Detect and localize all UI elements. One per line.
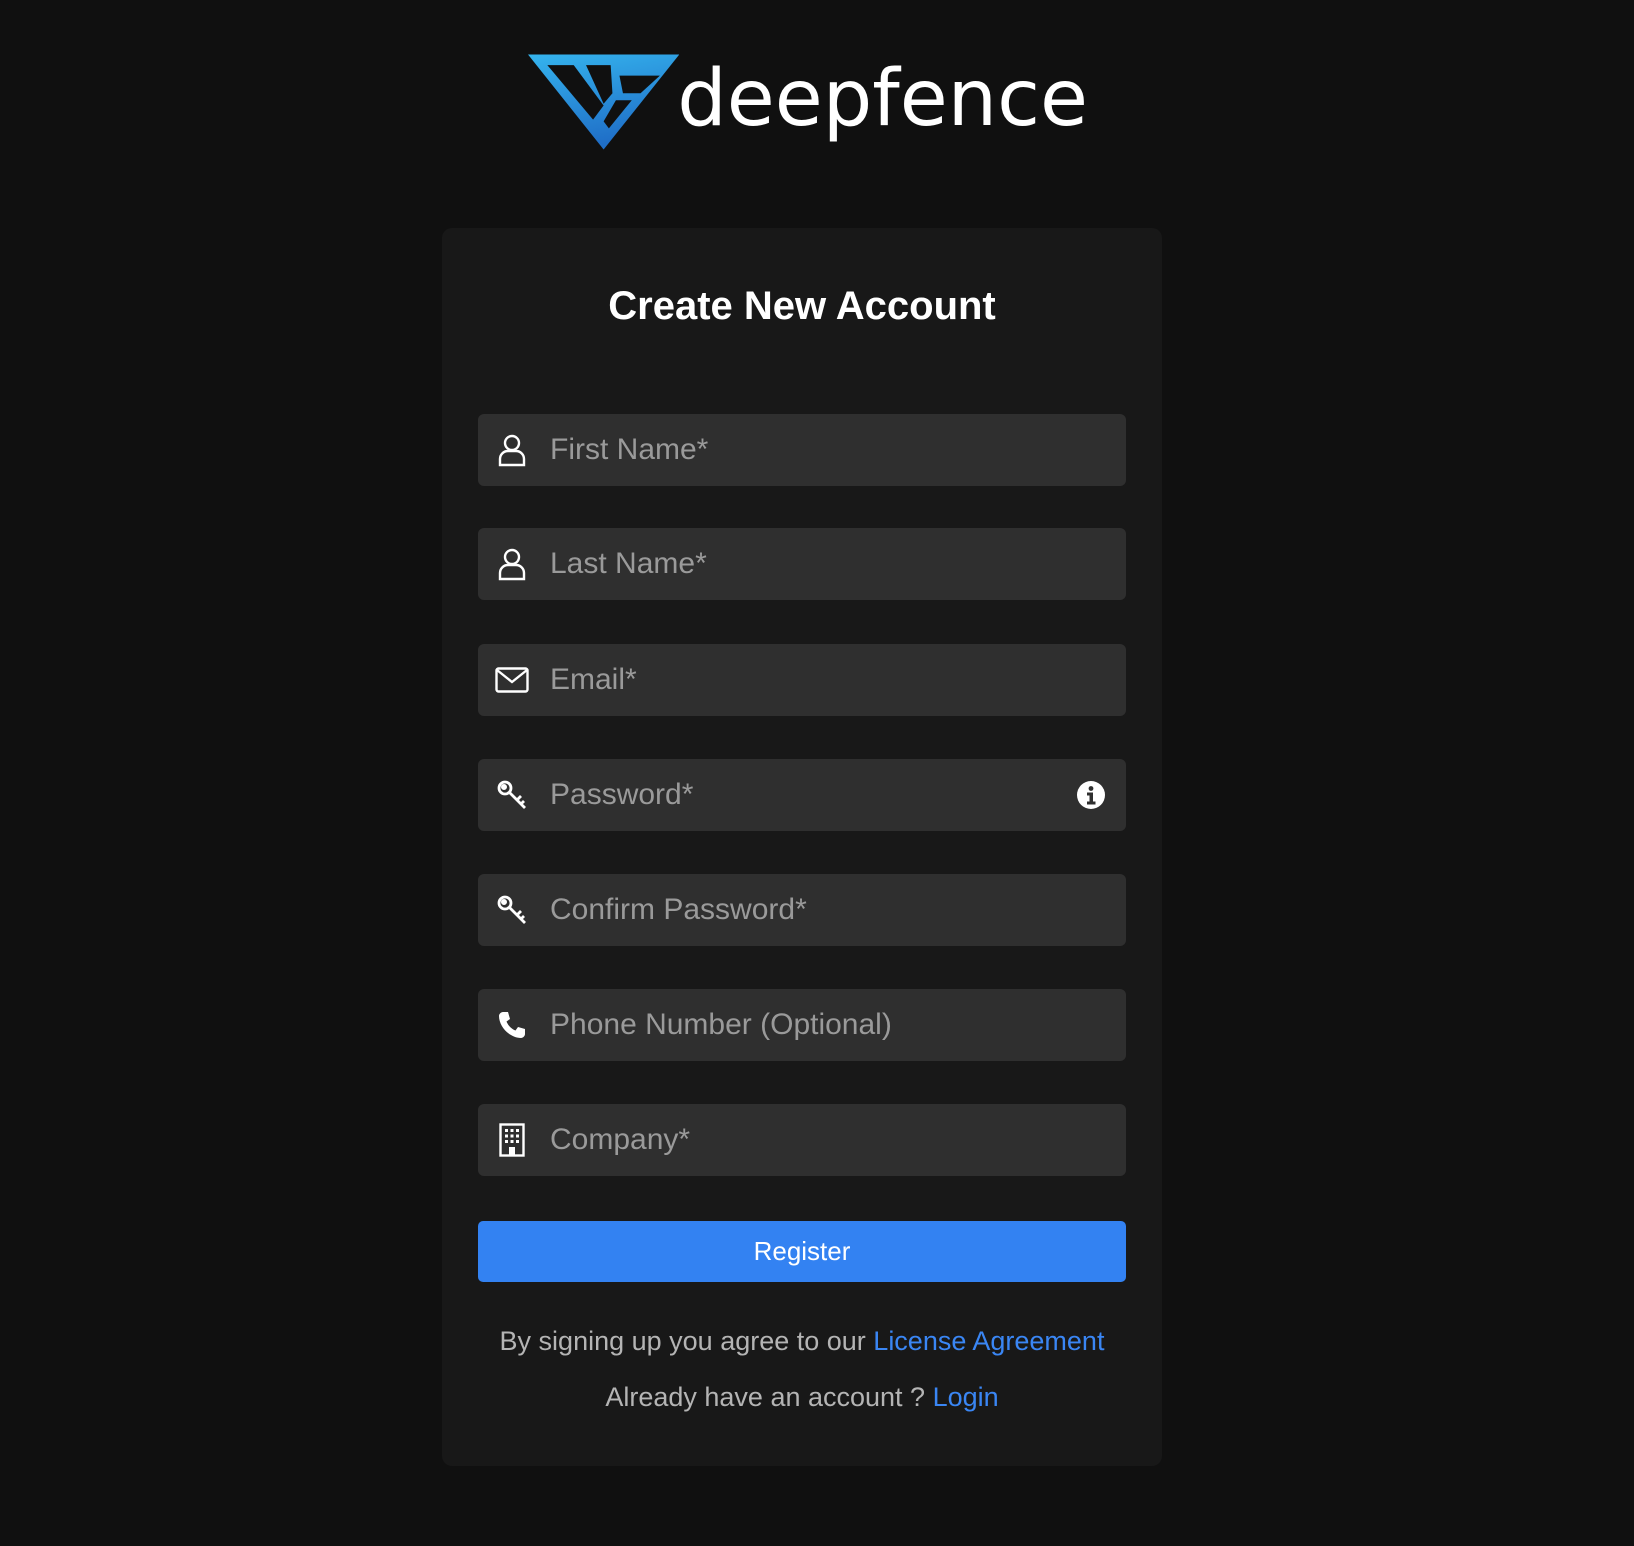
phone-icon bbox=[494, 1007, 530, 1043]
email-field[interactable] bbox=[478, 644, 1126, 716]
confirm-password-field[interactable] bbox=[478, 874, 1126, 946]
login-note-text: Already have an account ? bbox=[605, 1382, 933, 1412]
key-icon bbox=[494, 892, 530, 928]
email-input[interactable] bbox=[530, 644, 1126, 716]
brand-name: deepfence bbox=[677, 54, 1088, 144]
password-field[interactable] bbox=[478, 759, 1126, 831]
envelope-icon bbox=[494, 662, 530, 698]
user-icon bbox=[494, 546, 530, 582]
password-input[interactable] bbox=[530, 759, 1076, 831]
brand-logo: deepfence bbox=[528, 44, 1088, 160]
company-field[interactable] bbox=[478, 1104, 1126, 1176]
first-name-input[interactable] bbox=[530, 414, 1126, 486]
register-page: deepfence Create New Account First Name*… bbox=[0, 0, 1634, 1546]
last-name-input[interactable] bbox=[530, 528, 1126, 600]
user-icon bbox=[494, 432, 530, 468]
login-link[interactable]: Login bbox=[933, 1382, 999, 1412]
phone-field[interactable] bbox=[478, 989, 1126, 1061]
info-icon[interactable] bbox=[1076, 780, 1106, 810]
building-icon bbox=[494, 1122, 530, 1158]
company-input[interactable] bbox=[530, 1104, 1126, 1176]
page-title: Create New Account bbox=[608, 284, 996, 328]
key-icon bbox=[494, 777, 530, 813]
license-note-text: By signing up you agree to our bbox=[499, 1326, 874, 1356]
confirm-password-input[interactable] bbox=[530, 874, 1126, 946]
login-note: Already have an account ? Login bbox=[0, 1382, 1604, 1413]
deepfence-logo-icon bbox=[528, 54, 680, 150]
phone-input[interactable] bbox=[530, 989, 1126, 1061]
license-note: By signing up you agree to our License A… bbox=[0, 1326, 1604, 1357]
first-name-field[interactable] bbox=[478, 414, 1126, 486]
license-agreement-link[interactable]: License Agreement bbox=[873, 1326, 1104, 1356]
last-name-field[interactable] bbox=[478, 528, 1126, 600]
register-button[interactable]: Register bbox=[478, 1221, 1126, 1282]
